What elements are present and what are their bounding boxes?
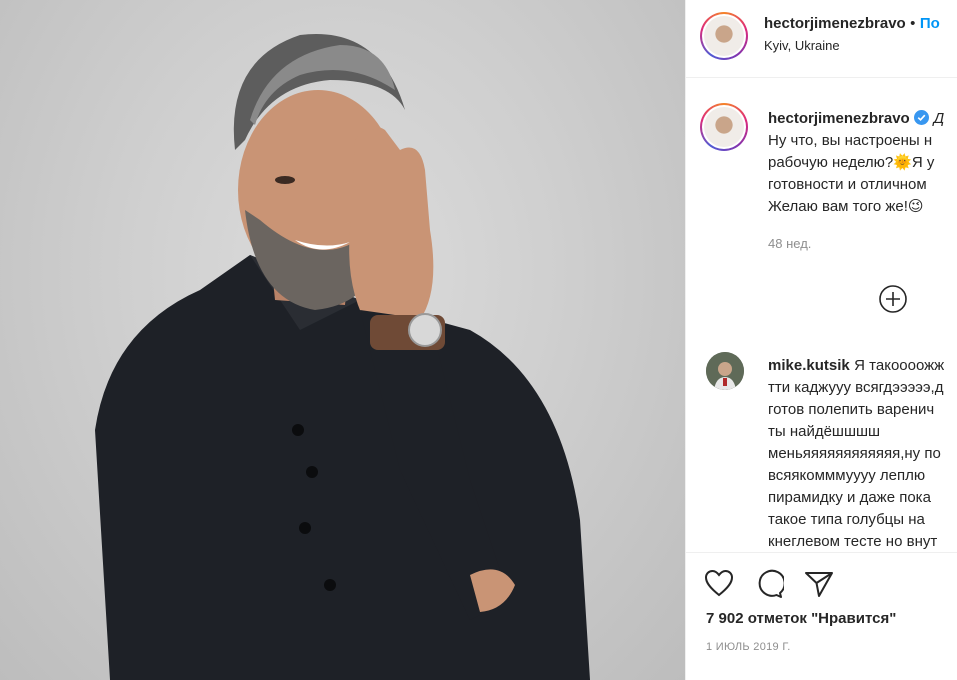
- likes-count[interactable]: 7 902 отметок "Нравится": [706, 610, 896, 627]
- caption-line: Желаю вам того же!😉: [768, 198, 924, 215]
- caption-line: готовности и отличном: [768, 176, 927, 193]
- comment-line: ты найдёшшшш: [768, 423, 881, 440]
- comment-line: кнеглевом тесте но внут: [768, 533, 938, 550]
- follow-button[interactable]: По: [920, 15, 940, 32]
- post-header: hectorjimenezbravo • По Kyiv, Ukraine: [686, 0, 957, 78]
- comment-line: готов полепить варенич: [768, 401, 935, 418]
- comment-line: такое типа голубцы на: [768, 511, 925, 528]
- separator-dot: •: [910, 15, 916, 32]
- comment-avatar[interactable]: [706, 352, 744, 390]
- comment-icon[interactable]: [754, 569, 786, 604]
- caption-line: рабочую неделю?🌞Я у: [768, 154, 935, 171]
- caption-author[interactable]: hectorjimenezbravo: [768, 110, 910, 127]
- share-icon[interactable]: [804, 570, 834, 603]
- verified-badge-icon: [914, 110, 930, 130]
- comment-line: всяякомммуууу леплю: [768, 467, 926, 484]
- author-username[interactable]: hectorjimenezbravo: [764, 15, 906, 32]
- author-avatar[interactable]: [700, 12, 748, 60]
- comment-author[interactable]: mike.kutsik: [768, 357, 850, 374]
- caption-line: Ну что, вы настроены н: [768, 132, 933, 149]
- person-photo: [95, 33, 590, 680]
- post-date[interactable]: 1 ИЮЛЬ 2019 Г.: [706, 641, 791, 653]
- heart-icon[interactable]: [704, 569, 734, 602]
- caption-text-start: Д: [933, 110, 945, 127]
- comment-line: меньяяяяяяяяяяяя,ну по: [768, 445, 941, 462]
- post-photo[interactable]: [0, 0, 685, 680]
- plus-circle-icon[interactable]: [878, 284, 908, 314]
- caption-avatar[interactable]: [700, 103, 748, 151]
- post-location[interactable]: Kyiv, Ukraine: [764, 38, 840, 53]
- post-side-panel: hectorjimenezbravo • По Kyiv, Ukraine he…: [685, 0, 957, 680]
- caption-age[interactable]: 48 нед.: [768, 236, 811, 251]
- comment-text-start: Я такоооожж: [854, 357, 945, 374]
- comment-line: тти каджууу всягдэээээ,д: [768, 379, 944, 396]
- comment-line: пирамидку и даже пока: [768, 489, 931, 506]
